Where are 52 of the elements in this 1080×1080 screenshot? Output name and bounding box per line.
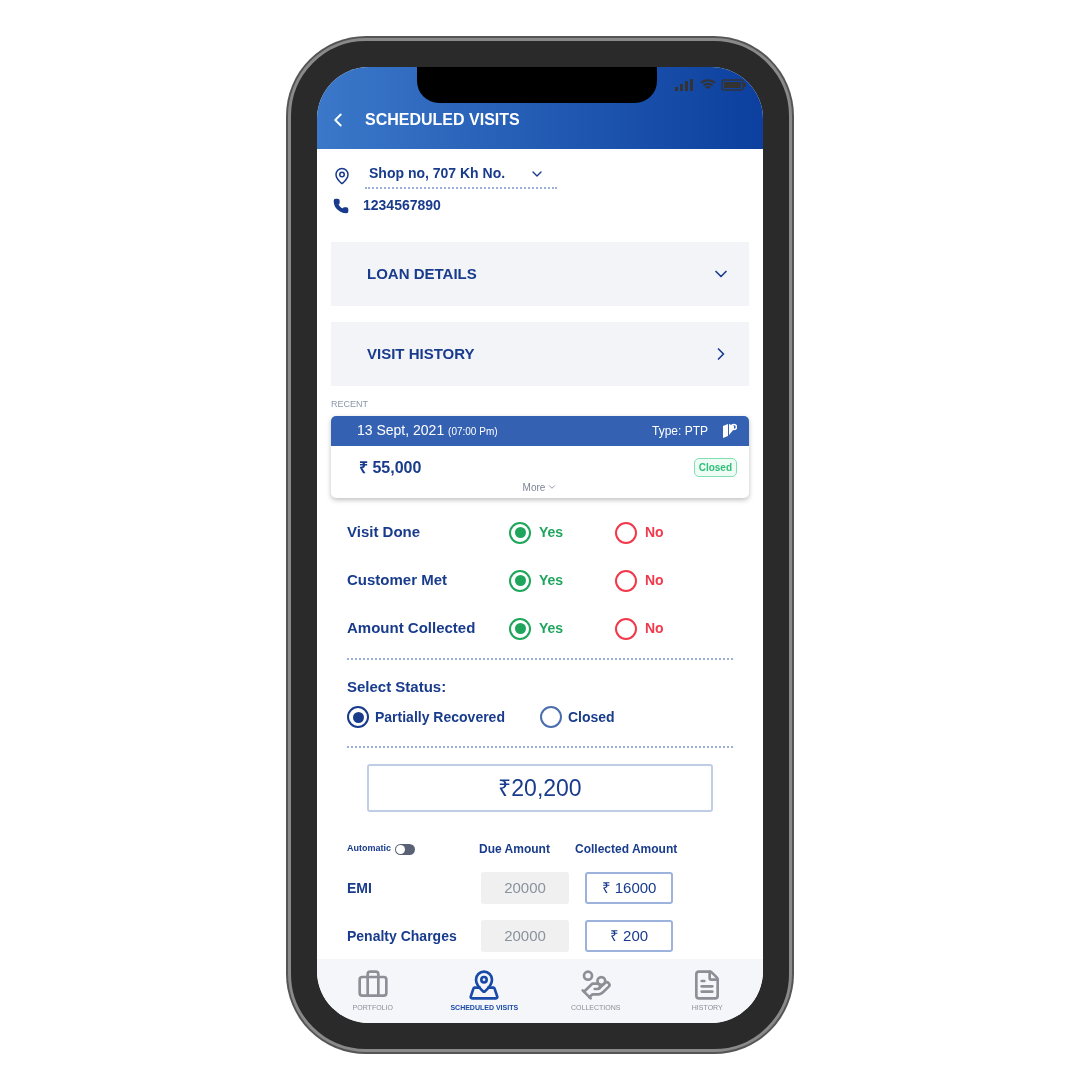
collected-amount-field[interactable]: ₹ 16000 — [585, 872, 673, 904]
radio-button[interactable] — [347, 706, 369, 728]
visit-date: 13 Sept, 2021 (07:00 Pm) — [357, 421, 498, 440]
option-label: Partially Recovered — [375, 707, 505, 727]
phone-icon — [333, 197, 349, 214]
radio-button[interactable] — [615, 617, 637, 640]
column-header: Collected Amount — [575, 841, 678, 858]
option-label: Yes — [539, 523, 564, 542]
location-pin-icon — [333, 167, 351, 185]
wifi-icon — [700, 79, 716, 91]
question-label: Visit Done — [347, 522, 422, 543]
map-edit-icon — [722, 423, 737, 438]
question-label: Amount Collected — [347, 618, 477, 639]
section-row[interactable]: LOAN DETAILS — [331, 242, 749, 306]
radio-button[interactable] — [540, 706, 562, 728]
radio-button[interactable] — [509, 617, 531, 640]
option-label: No — [645, 571, 664, 590]
radio-button[interactable] — [615, 521, 637, 544]
option-label: No — [645, 523, 664, 542]
option-label: Yes — [539, 571, 564, 590]
option-label: Yes — [539, 619, 564, 638]
charge-label: EMI — [347, 878, 373, 898]
section-row[interactable]: VISIT HISTORY — [331, 322, 749, 386]
hand-coins-icon — [579, 968, 612, 1001]
column-header: Due Amount — [479, 841, 551, 858]
option-label: Closed — [568, 707, 615, 727]
radio-button[interactable] — [509, 521, 531, 544]
due-amount-field: 20000 — [481, 920, 569, 952]
recent-label: RECENT — [331, 398, 369, 411]
collected-amount-field[interactable]: ₹ 200 — [585, 920, 673, 952]
screen-title: SCHEDULED VISITS — [365, 110, 520, 130]
battery-icon — [721, 79, 747, 91]
radio-button[interactable] — [509, 569, 531, 592]
map-pin-icon — [468, 968, 501, 1001]
status-badge: Closed — [693, 458, 737, 477]
automatic-label: Automatic — [347, 842, 391, 856]
due-amount-field: 20000 — [481, 872, 569, 904]
question-label: Customer Met — [347, 570, 448, 591]
charge-label: Penalty Charges — [347, 926, 458, 946]
more-link[interactable]: More — [522, 479, 558, 498]
address-dropdown[interactable]: Shop no, 707 Kh No. — [365, 163, 558, 189]
visit-type: Type: PTP — [651, 422, 708, 440]
radio-button[interactable] — [615, 569, 637, 592]
phone-number: 1234567890 — [363, 196, 441, 215]
visit-card[interactable]: 13 Sept, 2021 (07:00 Pm) Type: PTP ₹ 55,000 Closed More — [331, 415, 749, 498]
chevron-down-icon — [547, 482, 558, 492]
total-amount-field[interactable]: ₹20,200 — [367, 764, 713, 812]
signal-icon — [675, 79, 695, 91]
status-heading: Select Status: — [346, 676, 448, 697]
automatic-toggle[interactable] — [395, 843, 415, 855]
option-label: No — [645, 619, 664, 638]
visit-amount: ₹ 55,000 — [359, 457, 422, 478]
